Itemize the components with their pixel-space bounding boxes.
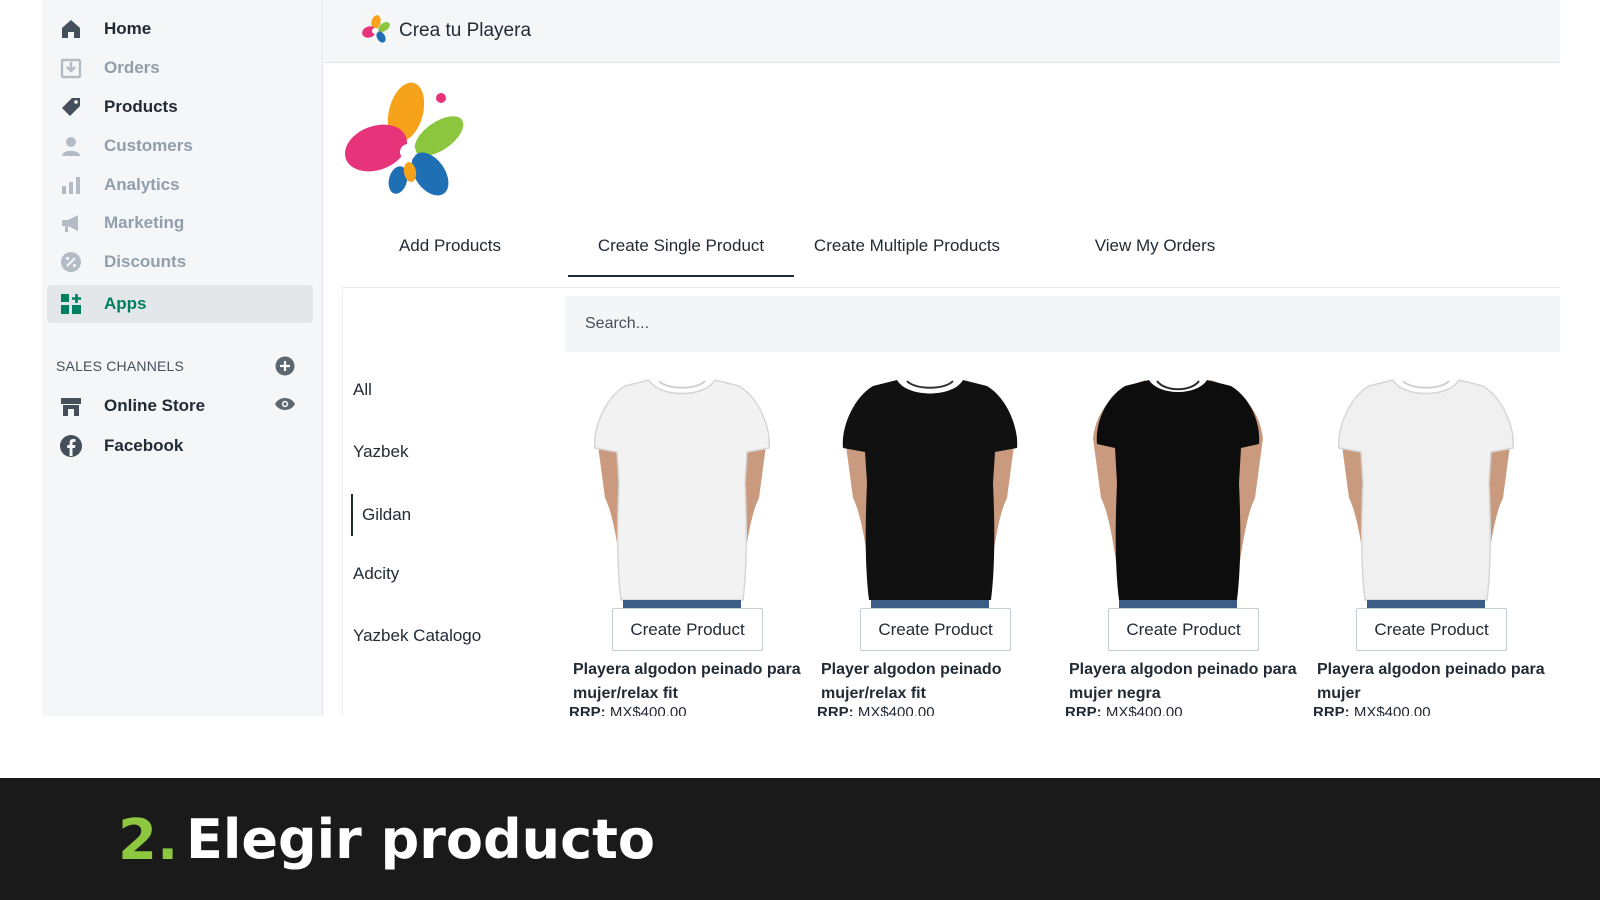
sidebar-item-marketing[interactable]: Marketing [47, 204, 313, 242]
product-title: Playera algodon peinado para mujer/relax… [573, 661, 801, 702]
price-value: MX$400.00 [1105, 704, 1183, 716]
sidebar-item-label: Analytics [104, 175, 180, 194]
facebook-icon [60, 435, 82, 457]
sidebar-item-products[interactable]: Products [47, 88, 313, 126]
sidebar-item-label: Orders [104, 58, 160, 77]
price-label: RRP: [817, 704, 854, 716]
apps-icon [60, 293, 82, 315]
product-title: Playera algodon peinado para mujer negra [1069, 661, 1297, 702]
screen: Home Orders Products Customers Analytics [0, 0, 1600, 900]
price-value: MX$400.00 [609, 704, 687, 716]
person-icon [60, 135, 82, 157]
product-price: RRP: MX$400.00 [569, 704, 687, 716]
tag-icon [60, 96, 82, 118]
product-catalog: All Yazbek Gildan Adcity Yazbek Catalogo… [342, 290, 1560, 716]
orders-icon [60, 57, 82, 79]
app-header: Crea tu Playera [324, 0, 1560, 63]
search-bar [565, 296, 1560, 352]
sidebar-item-facebook[interactable]: Facebook [47, 427, 313, 465]
price-label: RRP: [569, 704, 606, 716]
category-adcity[interactable]: Adcity [353, 564, 399, 584]
product-title: Playera algodon peinado para mujer [1317, 661, 1545, 702]
discount-icon [60, 251, 82, 273]
create-product-button[interactable]: Create Product [1108, 608, 1259, 651]
tab-add-products[interactable]: Add Products [360, 218, 540, 274]
sidebar-item-label: Marketing [104, 213, 185, 232]
price-label: RRP: [1065, 704, 1102, 716]
category-yazbek-catalogo[interactable]: Yazbek Catalogo [353, 626, 481, 646]
tab-view-my-orders[interactable]: View My Orders [1042, 218, 1268, 274]
add-sales-channel-icon[interactable] [275, 356, 295, 381]
product-card: Create Product Player algodon peinado mu… [815, 368, 1045, 716]
product-price: RRP: MX$400.00 [1065, 704, 1183, 716]
sales-channels-heading: SALES CHANNELS [56, 358, 185, 374]
bar-chart-icon [60, 174, 82, 196]
product-image [1338, 379, 1514, 610]
category-all[interactable]: All [353, 380, 372, 400]
price-label: RRP: [1313, 704, 1350, 716]
sidebar-item-orders[interactable]: Orders [47, 49, 313, 87]
price-value: MX$400.00 [857, 704, 935, 716]
app-logo-icon [360, 14, 390, 49]
sidebar-item-customers[interactable]: Customers [47, 127, 313, 165]
app-main: Crea tu Playera Add Products Create Sing… [324, 0, 1560, 716]
category-gildan[interactable]: Gildan [351, 494, 411, 536]
instruction-banner: 2. Elegir producto [0, 778, 1600, 900]
sidebar-item-label: Home [104, 19, 152, 38]
sidebar-item-home[interactable]: Home [47, 10, 313, 48]
product-image [594, 379, 770, 610]
sidebar-item-analytics[interactable]: Analytics [47, 166, 313, 204]
product-price: RRP: MX$400.00 [1313, 704, 1431, 716]
sidebar-item-discounts[interactable]: Discounts [47, 243, 313, 281]
product-image [1093, 380, 1263, 610]
sidebar-item-label: Products [104, 97, 178, 116]
home-icon [60, 18, 82, 40]
sidebar-item-label: Discounts [104, 252, 187, 271]
create-product-button[interactable]: Create Product [612, 608, 763, 651]
step-caption: Elegir producto [186, 808, 656, 871]
sidebar-item-label: Facebook [104, 436, 184, 455]
megaphone-icon [60, 212, 82, 234]
product-card: Create Product Playera algodon peinado p… [567, 368, 801, 716]
sidebar-item-online-store[interactable]: Online Store [47, 387, 313, 425]
sidebar-item-label: Apps [104, 294, 147, 313]
step-number: 2. [118, 808, 179, 873]
sidebar-item-apps[interactable]: Apps [47, 285, 313, 323]
category-yazbek[interactable]: Yazbek [353, 442, 408, 462]
app-title: Crea tu Playera [399, 20, 532, 41]
search-input[interactable] [565, 296, 1560, 352]
product-card: Create Product Playera algodon peinado p… [1063, 368, 1297, 716]
main-tabs: Add Products Create Single Product Creat… [342, 218, 1560, 288]
create-product-button[interactable]: Create Product [1356, 608, 1507, 651]
admin-sidebar: Home Orders Products Customers Analytics [42, 0, 323, 716]
product-image [842, 380, 1018, 610]
eye-icon[interactable] [275, 397, 295, 416]
price-value: MX$400.00 [1353, 704, 1431, 716]
brand-logo [342, 80, 466, 209]
product-card: Create Product Playera algodon peinado p… [1311, 368, 1545, 716]
sidebar-item-label: Customers [104, 136, 193, 155]
product-title: Player algodon peinado mujer/relax fit [821, 661, 1002, 702]
sidebar-item-label: Online Store [104, 396, 206, 415]
product-price: RRP: MX$400.00 [817, 704, 935, 716]
store-icon [60, 395, 82, 417]
tab-create-single-product[interactable]: Create Single Product [568, 218, 794, 277]
create-product-button[interactable]: Create Product [860, 608, 1011, 651]
tab-create-multiple-products[interactable]: Create Multiple Products [794, 218, 1020, 274]
